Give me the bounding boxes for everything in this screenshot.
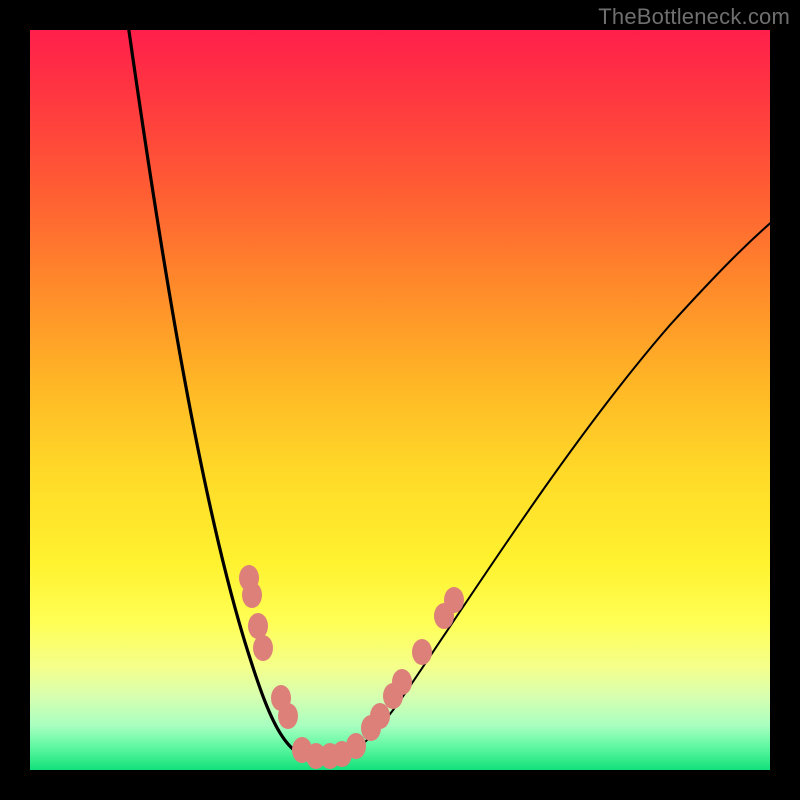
bottleneck-curve <box>30 30 770 770</box>
data-point <box>346 733 366 759</box>
chart-plot-area <box>30 30 770 770</box>
data-point <box>278 703 298 729</box>
data-point <box>253 635 273 661</box>
data-point <box>242 582 262 608</box>
data-point <box>412 639 432 665</box>
data-point <box>248 613 268 639</box>
data-point <box>392 669 412 695</box>
data-point <box>370 703 390 729</box>
data-point <box>444 587 464 613</box>
watermark-text: TheBottleneck.com <box>598 4 790 30</box>
